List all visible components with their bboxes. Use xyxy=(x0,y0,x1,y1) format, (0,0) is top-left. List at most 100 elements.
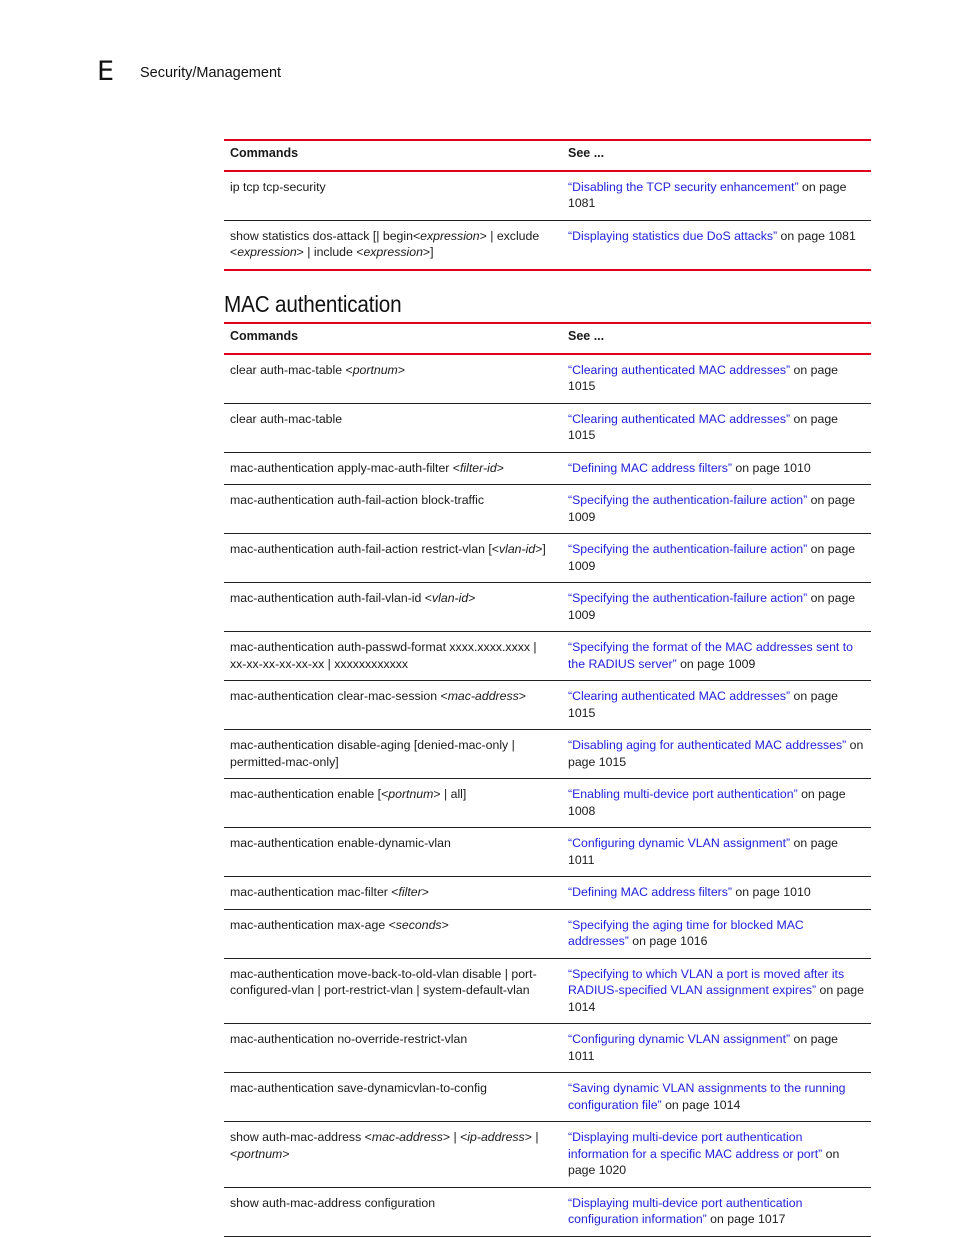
table-row: clear auth-mac-table “Clearing authentica… xyxy=(224,403,871,453)
command-cell: mac-authentication auth-fail-action rest… xyxy=(224,533,562,583)
command-text: > | include < xyxy=(296,245,364,259)
command-parameter: mac-address xyxy=(371,1130,443,1144)
cross-reference-link[interactable]: “Clearing authenticated MAC addresses” xyxy=(568,689,790,703)
page-reference: on page 1016 xyxy=(628,934,708,948)
command-text: ip tcp tcp-security xyxy=(230,179,326,194)
command-text: show auth-mac-address configuration xyxy=(230,1195,436,1210)
table-row: mac-authentication save-dynamicvlan-to-c… xyxy=(224,1072,871,1122)
page-reference: on page 1081 xyxy=(777,228,856,243)
command-text: mac-authentication move-back-to-old-vlan… xyxy=(230,966,537,998)
command-parameter: expression xyxy=(237,245,297,259)
command-cell: mac-authentication auth-passwd-format xx… xyxy=(224,631,562,681)
command-text: > xyxy=(468,591,476,605)
chapter-title: Security/Management xyxy=(140,65,282,81)
command-text: mac-authentication save-dynamicvlan-to-c… xyxy=(230,1081,487,1095)
table-row: mac-authentication auth-fail-vlan-id <vl… xyxy=(224,582,871,632)
command-text: mac-authentication no-override-restrict-… xyxy=(230,1032,468,1046)
cross-reference-link[interactable]: “Clearing authenticated MAC addresses” xyxy=(568,363,790,377)
reference-cell: “Specifying the authentication-failure a… xyxy=(562,582,871,632)
command-text: mac-authentication max-age < xyxy=(230,917,396,932)
command-cell: mac-authentication clear-mac-session <ma… xyxy=(224,680,562,730)
command-cell: clear auth-mac-table <portnum> xyxy=(224,353,562,404)
command-cell: mac-authentication auth-fail-vlan-id <vl… xyxy=(224,582,562,632)
table-row: show auth-mac-address configuration “Disp… xyxy=(224,1187,871,1237)
cross-reference-link[interactable]: “Disabling aging for authenticated MAC a… xyxy=(568,738,846,752)
table-header-row: Commands See ... xyxy=(224,322,871,355)
cross-reference-link[interactable]: “Disabling the TCP security enhancement” xyxy=(568,180,799,194)
cross-reference-link[interactable]: “Defining MAC address filters” xyxy=(568,461,732,475)
column-header-commands: Commands xyxy=(224,322,562,355)
command-text: clear auth-mac-table < xyxy=(230,362,353,377)
command-parameter: vlan-id xyxy=(498,542,536,556)
cross-reference-link[interactable]: “Specifying the authentication-failure a… xyxy=(568,591,807,605)
cross-reference-link[interactable]: “Specifying to which VLAN a port is move… xyxy=(568,967,844,998)
chapter-letter: E xyxy=(97,56,115,87)
cross-reference-link[interactable]: “Defining MAC address filters” xyxy=(568,885,732,899)
command-cell: mac-authentication max-age <seconds> xyxy=(224,909,562,959)
table-row: mac-authentication max-age <seconds> “Spe… xyxy=(224,909,871,959)
section-title: MAC authentication xyxy=(224,291,402,318)
page-reference: on page 1010 xyxy=(732,460,811,475)
reference-cell: “Disabling the TCP security enhancement”… xyxy=(562,170,871,221)
command-parameter: seconds xyxy=(395,917,442,932)
command-text: mac-authentication auth-passwd-format xx… xyxy=(230,640,537,671)
cross-reference-link[interactable]: “Displaying multi-device port authentica… xyxy=(568,1130,822,1161)
cross-reference-link[interactable]: “Configuring dynamic VLAN assignment” xyxy=(568,836,790,850)
command-cell: mac-authentication no-override-restrict-… xyxy=(224,1023,562,1073)
table-row: clear auth-mac-table <portnum> “Clearing … xyxy=(224,353,871,404)
command-cell: mac-authentication move-back-to-old-vlan… xyxy=(224,958,562,1024)
table-row: mac-authentication auth-passwd-format xx… xyxy=(224,631,871,681)
command-cell: ip tcp tcp-security xyxy=(224,170,562,221)
command-text: mac-authentication auth-fail-vlan-id < xyxy=(230,591,432,605)
reference-cell: “Displaying multi-device port authentica… xyxy=(562,1121,871,1188)
table-row: mac-authentication enable-dynamic-vlan “C… xyxy=(224,827,871,877)
command-cell: mac-authentication auth-fail-action bloc… xyxy=(224,484,562,534)
cross-reference-link[interactable]: “Specifying the authentication-failure a… xyxy=(568,542,807,556)
reference-cell: “Clearing authenticated MAC addresses” o… xyxy=(562,403,871,453)
reference-cell: “Specifying to which VLAN a port is move… xyxy=(562,958,871,1024)
reference-cell: “Configuring dynamic VLAN assignment” on… xyxy=(562,1023,871,1073)
command-text: mac-authentication clear-mac-session < xyxy=(230,689,448,703)
cross-reference-link[interactable]: “Clearing authenticated MAC addresses” xyxy=(568,412,790,426)
reference-cell: “Clearing authenticated MAC addresses” o… xyxy=(562,353,871,404)
cross-reference-link[interactable]: “Enabling multi-device port authenticati… xyxy=(568,787,798,801)
cross-reference-link[interactable]: “Displaying statistics due DoS attacks” xyxy=(568,229,777,243)
command-text: > xyxy=(397,362,405,377)
command-text: mac-authentication enable-dynamic-vlan xyxy=(230,836,451,850)
table-row: mac-authentication move-back-to-old-vlan… xyxy=(224,958,871,1024)
command-cell: mac-authentication enable [<portnum> | a… xyxy=(224,778,562,828)
column-header-commands: Commands xyxy=(224,139,562,172)
cross-reference-link[interactable]: “Configuring dynamic VLAN assignment” xyxy=(568,1032,790,1046)
command-text: >] xyxy=(535,542,546,556)
table-body: ip tcp tcp-security “Disabling the TCP se… xyxy=(224,170,871,271)
table-row: mac-authentication enable [<portnum> | a… xyxy=(224,778,871,828)
page-reference: on page 1009 xyxy=(676,656,756,671)
reference-cell: “Displaying multi-device port authentica… xyxy=(562,1187,871,1237)
mac-authentication-commands-table: Commands See ... clear auth-mac-table <p… xyxy=(224,322,871,1237)
command-parameter: filter-id xyxy=(460,460,497,475)
command-text: > xyxy=(518,689,526,703)
table-row: show auth-mac-address <mac-address> | <i… xyxy=(224,1121,871,1188)
table-row: mac-authentication auth-fail-action rest… xyxy=(224,533,871,583)
command-cell: show auth-mac-address <mac-address> | <i… xyxy=(224,1121,562,1188)
command-cell: mac-authentication mac-filter <filter> xyxy=(224,876,562,910)
reference-cell: “Configuring dynamic VLAN assignment” on… xyxy=(562,827,871,877)
reference-cell: “Specifying the authentication-failure a… xyxy=(562,533,871,583)
cross-reference-link[interactable]: “Specifying the authentication-failure a… xyxy=(568,493,807,507)
command-text: mac-authentication disable-aging [denied… xyxy=(230,738,515,769)
command-parameter: portnum xyxy=(237,1146,283,1161)
command-parameter: expression xyxy=(420,228,480,243)
command-parameter: portnum xyxy=(388,787,434,801)
table-header-row: Commands See ... xyxy=(224,139,871,172)
table-row: mac-authentication auth-fail-action bloc… xyxy=(224,484,871,534)
reference-cell: “Clearing authenticated MAC addresses” o… xyxy=(562,680,871,730)
table-row: mac-authentication mac-filter <filter> “D… xyxy=(224,876,871,910)
security-commands-table: Commands See ... ip tcp tcp-security “Dis… xyxy=(224,139,871,271)
column-header-see: See ... xyxy=(562,139,871,172)
page-reference: on page 1014 xyxy=(661,1097,741,1112)
reference-cell: “Defining MAC address filters” on page 1… xyxy=(562,876,871,910)
command-cell: mac-authentication save-dynamicvlan-to-c… xyxy=(224,1072,562,1122)
command-cell: mac-authentication apply-mac-auth-filter… xyxy=(224,452,562,485)
command-text: mac-authentication enable [< xyxy=(230,787,389,801)
command-parameter: portnum xyxy=(352,362,398,377)
